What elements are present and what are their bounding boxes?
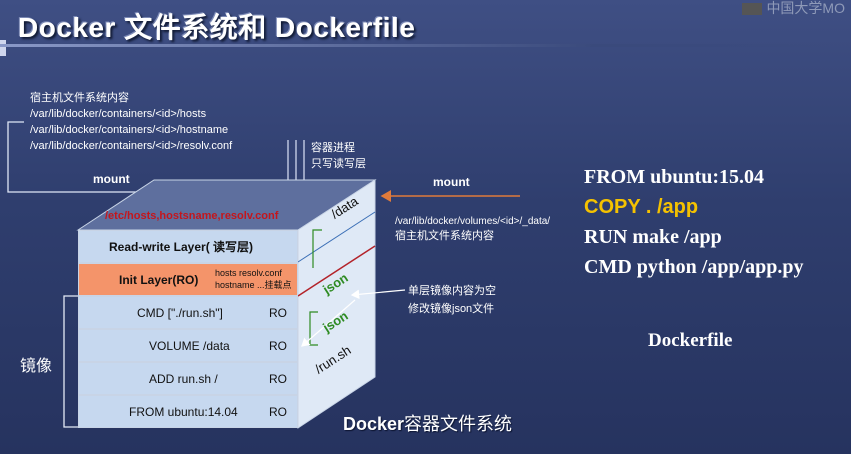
layer-ro: RO — [269, 404, 287, 419]
top-face-label: /etc/hosts,hostsname,resolv.conf — [105, 210, 279, 222]
dockerfile-label: Dockerfile — [648, 330, 733, 351]
layer-ro: RO — [269, 371, 287, 386]
image-layer: CMD ["./run.sh"] RO — [78, 296, 298, 329]
diagram-caption: Docker容器文件系统 — [343, 410, 512, 436]
image-layer: ADD run.sh / RO — [78, 362, 298, 395]
caption-rest: 容器文件系统 — [404, 414, 513, 434]
dockerfile-line: CMD python /app/app.py — [584, 256, 804, 278]
image-bracket — [63, 295, 78, 428]
layer-label: ADD run.sh / — [149, 371, 218, 386]
image-layer: FROM ubuntu:14.04 RO — [78, 395, 298, 428]
layer-label: CMD ["./run.sh"] — [137, 305, 223, 320]
layer-label: VOLUME /data — [149, 338, 230, 353]
dockerfile-line: RUN make /app — [584, 226, 722, 248]
read-write-layer: Read-write Layer( 读写层) — [78, 230, 298, 263]
init-file-line: hostname ...挂载点 — [215, 280, 292, 290]
dockerfile-line: COPY . /app — [584, 196, 699, 218]
dockerfile-line: FROM ubuntu:15.04 — [584, 166, 765, 188]
image-layer: VOLUME /data RO — [78, 329, 298, 362]
init-layer-files: hosts resolv.conf hostname ...挂载点 — [215, 267, 292, 291]
init-layer-label: Init Layer(RO) — [119, 272, 199, 287]
caption-bold: Docker — [343, 414, 405, 434]
layer-ro: RO — [269, 305, 287, 320]
read-write-layer-label: Read-write Layer( 读写层) — [109, 240, 254, 254]
layer-ro: RO — [269, 338, 287, 353]
layer-label: FROM ubuntu:14.04 — [129, 404, 238, 419]
init-file-line: hosts resolv.conf — [215, 268, 282, 278]
init-layer: Init Layer(RO) hosts resolv.conf hostnam… — [78, 263, 298, 296]
image-label: 镜像 — [20, 358, 53, 375]
